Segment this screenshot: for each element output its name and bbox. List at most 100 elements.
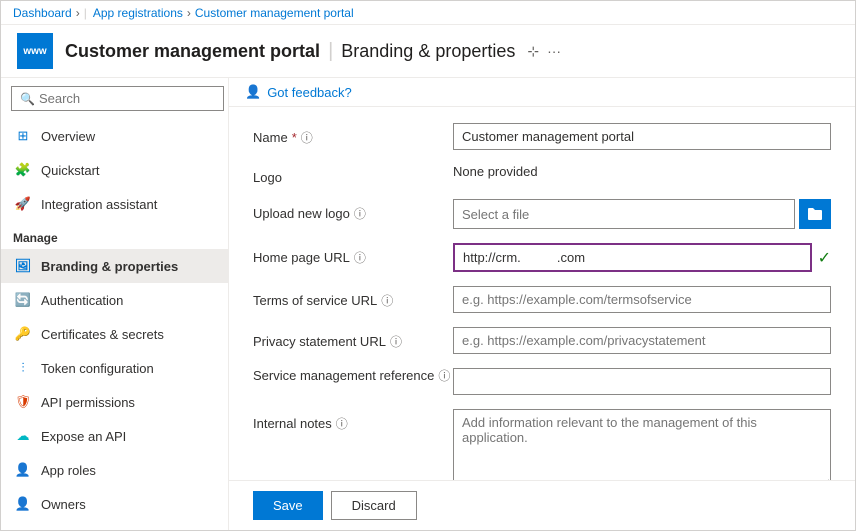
form-footer: Save Discard bbox=[229, 480, 855, 530]
app-title: Customer management portal bbox=[65, 41, 320, 62]
url-check-icon: ✓ bbox=[818, 248, 831, 268]
sidebar-item-app-roles[interactable]: 👤 App roles bbox=[1, 453, 228, 487]
search-row: 🔍 « bbox=[1, 78, 228, 119]
sidebar-item-label: Token configuration bbox=[41, 361, 154, 376]
feedback-link[interactable]: Got feedback? bbox=[267, 85, 352, 100]
privacy-info-icon[interactable]: ⓘ bbox=[390, 333, 402, 350]
upload-info-icon[interactable]: ⓘ bbox=[354, 205, 366, 222]
sidebar-item-label: Owners bbox=[41, 497, 86, 512]
service-mgmt-row: Service management reference ⓘ bbox=[253, 368, 831, 395]
token-icon: ⫶ bbox=[13, 358, 33, 378]
sidebar-item-label: Overview bbox=[41, 129, 95, 144]
page-subtitle: Branding & properties bbox=[341, 41, 515, 62]
terms-control-wrap bbox=[453, 286, 831, 313]
service-mgmt-info-icon[interactable]: ⓘ bbox=[438, 369, 450, 385]
sidebar-item-roles-admin[interactable]: 👥 Roles and administrators bbox=[1, 521, 228, 530]
save-button[interactable]: Save bbox=[253, 491, 323, 520]
name-label: Name * ⓘ bbox=[253, 123, 453, 146]
privacy-control-wrap bbox=[453, 327, 831, 354]
cert-icon: 🔑 bbox=[13, 324, 33, 344]
service-mgmt-input[interactable] bbox=[453, 368, 831, 395]
breadcrumb-current: Customer management portal bbox=[195, 6, 354, 20]
sidebar-item-api-permissions[interactable]: 🛡 API permissions bbox=[1, 385, 228, 419]
sidebar-item-token[interactable]: ⫶ Token configuration bbox=[1, 351, 228, 385]
service-mgmt-label: Service management reference ⓘ bbox=[253, 368, 453, 385]
roles-admin-icon: 👥 bbox=[13, 528, 33, 530]
internal-notes-row: Internal notes ⓘ bbox=[253, 409, 831, 480]
main-layout: 🔍 « ⊞ Overview 🧩 Quickstart 🚀 Integra bbox=[1, 78, 855, 530]
sidebar-item-certificates[interactable]: 🔑 Certificates & secrets bbox=[1, 317, 228, 351]
discard-button[interactable]: Discard bbox=[331, 491, 417, 520]
sidebar-item-label: Integration assistant bbox=[41, 197, 157, 212]
sidebar-item-authentication[interactable]: 🔄 Authentication bbox=[1, 283, 228, 317]
logo-field-row: Logo None provided bbox=[253, 164, 831, 185]
upload-browse-button[interactable] bbox=[799, 199, 831, 229]
sidebar-item-label: Branding & properties bbox=[41, 259, 178, 274]
name-field-row: Name * ⓘ bbox=[253, 123, 831, 150]
header-actions: ⊹ ··· bbox=[527, 43, 561, 60]
api-perm-icon: 🛡 bbox=[13, 392, 33, 412]
upload-logo-row: Upload new logo ⓘ bbox=[253, 199, 831, 229]
folder-icon bbox=[807, 206, 823, 222]
search-input[interactable] bbox=[39, 91, 215, 106]
app-container: Dashboard › | App registrations › Custom… bbox=[0, 0, 856, 531]
sidebar-item-label: Authentication bbox=[41, 293, 123, 308]
sidebar-item-expose-api[interactable]: ☁ Expose an API bbox=[1, 419, 228, 453]
header-divider: | bbox=[328, 40, 333, 63]
form-area: Name * ⓘ Logo None provided bbox=[229, 107, 855, 480]
upload-file-input[interactable] bbox=[453, 199, 795, 229]
upload-logo-label: Upload new logo ⓘ bbox=[253, 199, 453, 222]
internal-notes-info-icon[interactable]: ⓘ bbox=[336, 415, 348, 432]
privacy-url-row: Privacy statement URL ⓘ bbox=[253, 327, 831, 354]
logo-value: None provided bbox=[453, 164, 831, 179]
name-input[interactable] bbox=[453, 123, 831, 150]
expose-api-icon: ☁ bbox=[13, 426, 33, 446]
sidebar-item-owners[interactable]: 👤 Owners bbox=[1, 487, 228, 521]
upload-row bbox=[453, 199, 831, 229]
app-header: www Customer management portal | Brandin… bbox=[1, 25, 855, 78]
manage-section-label: Manage bbox=[1, 221, 228, 249]
search-icon: 🔍 bbox=[20, 92, 35, 106]
sidebar-item-integration[interactable]: 🚀 Integration assistant bbox=[1, 187, 228, 221]
internal-notes-label: Internal notes ⓘ bbox=[253, 409, 453, 432]
homepage-url-input[interactable] bbox=[453, 243, 812, 272]
name-control-wrap bbox=[453, 123, 831, 150]
breadcrumb-sep-1: › bbox=[76, 6, 80, 20]
sidebar-item-label: Quickstart bbox=[41, 163, 100, 178]
more-icon[interactable]: ··· bbox=[547, 43, 561, 60]
feedback-icon: 👤 bbox=[245, 84, 261, 100]
branding-icon: 🖼 bbox=[13, 256, 33, 276]
quickstart-icon: 🧩 bbox=[13, 160, 33, 180]
pin-icon[interactable]: ⊹ bbox=[527, 43, 539, 60]
auth-icon: 🔄 bbox=[13, 290, 33, 310]
name-info-icon[interactable]: ⓘ bbox=[301, 129, 313, 146]
upload-control-wrap bbox=[453, 199, 831, 229]
search-box: 🔍 bbox=[11, 86, 224, 111]
sidebar-item-label: API permissions bbox=[41, 395, 135, 410]
terms-url-input[interactable] bbox=[453, 286, 831, 313]
terms-info-icon[interactable]: ⓘ bbox=[381, 292, 393, 309]
integration-icon: 🚀 bbox=[13, 194, 33, 214]
sidebar-item-overview[interactable]: ⊞ Overview bbox=[1, 119, 228, 153]
service-mgmt-control-wrap bbox=[453, 368, 831, 395]
internal-notes-textarea[interactable] bbox=[453, 409, 831, 480]
required-indicator: * bbox=[292, 130, 297, 145]
internal-notes-control-wrap bbox=[453, 409, 831, 480]
breadcrumb-sep-2: › bbox=[187, 6, 191, 20]
breadcrumb-app-registrations[interactable]: App registrations bbox=[93, 6, 183, 20]
homepage-info-icon[interactable]: ⓘ bbox=[354, 249, 366, 266]
app-icon-text: www bbox=[23, 46, 46, 57]
sidebar-item-label: Expose an API bbox=[41, 429, 126, 444]
sidebar: 🔍 « ⊞ Overview 🧩 Quickstart 🚀 Integra bbox=[1, 78, 229, 530]
privacy-url-input[interactable] bbox=[453, 327, 831, 354]
sidebar-item-branding[interactable]: 🖼 Branding & properties bbox=[1, 249, 228, 283]
app-roles-icon: 👤 bbox=[13, 460, 33, 480]
feedback-bar: 👤 Got feedback? bbox=[229, 78, 855, 107]
privacy-label: Privacy statement URL ⓘ bbox=[253, 327, 453, 350]
terms-url-row: Terms of service URL ⓘ bbox=[253, 286, 831, 313]
sidebar-item-label: App roles bbox=[41, 463, 96, 478]
breadcrumb: Dashboard › | App registrations › Custom… bbox=[1, 1, 855, 25]
app-icon: www bbox=[17, 33, 53, 69]
sidebar-item-quickstart[interactable]: 🧩 Quickstart bbox=[1, 153, 228, 187]
breadcrumb-dashboard[interactable]: Dashboard bbox=[13, 6, 72, 20]
